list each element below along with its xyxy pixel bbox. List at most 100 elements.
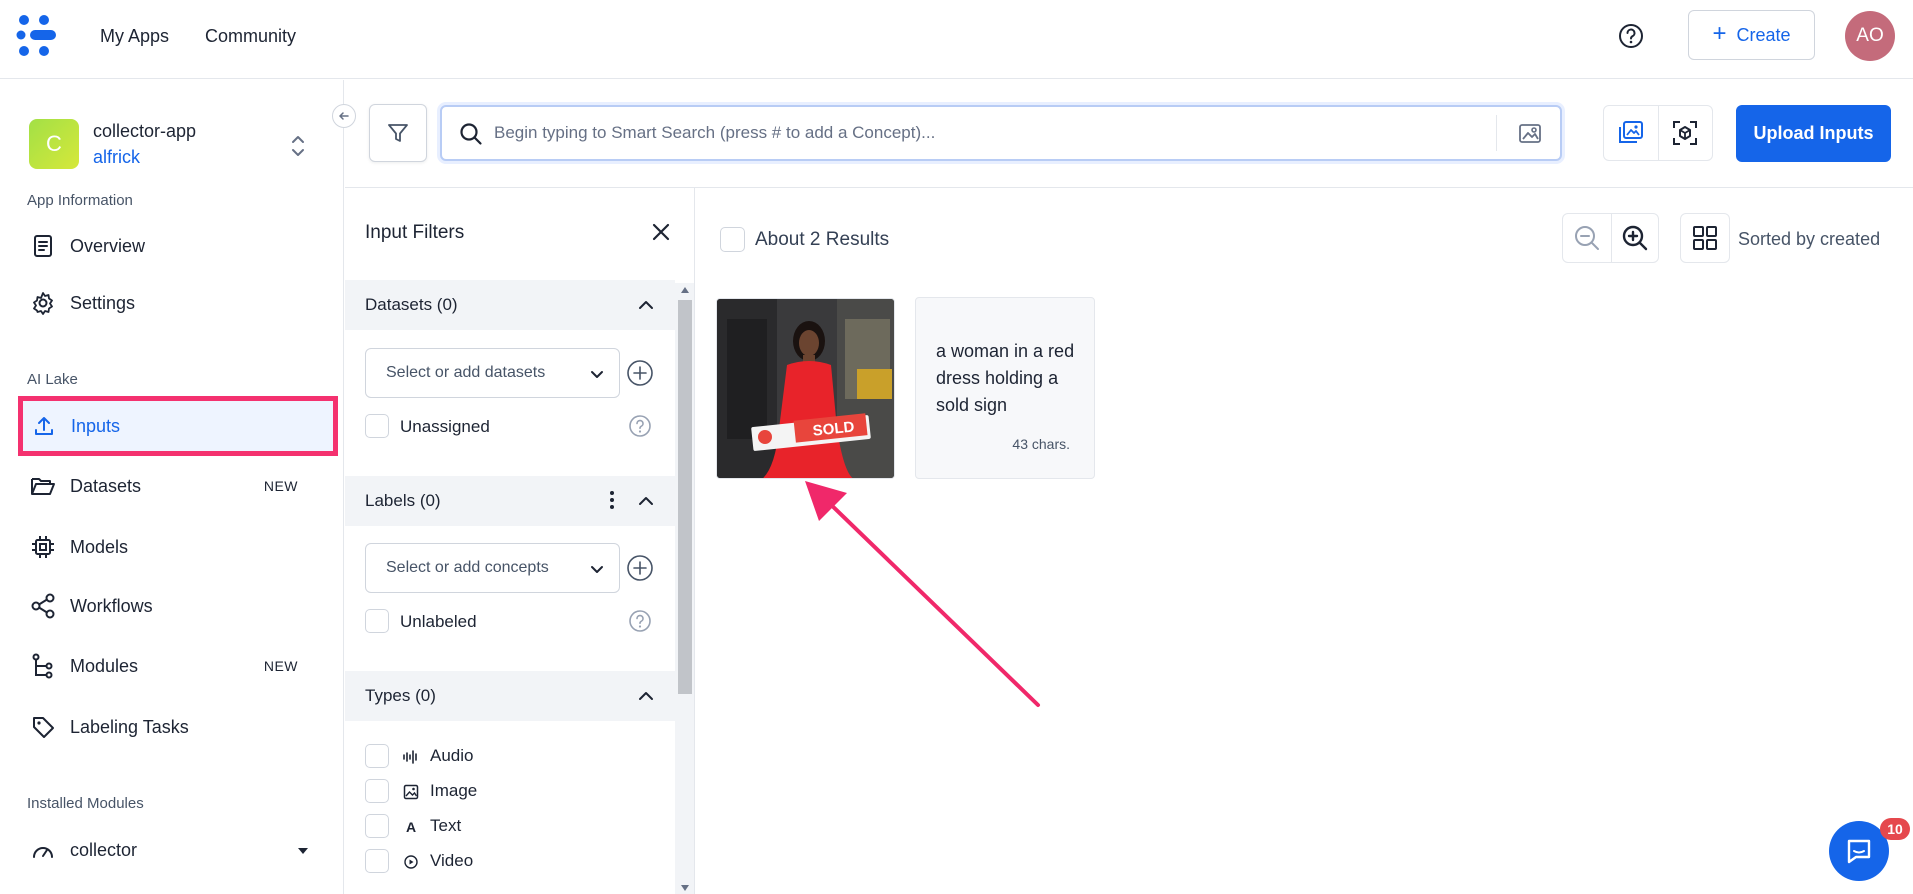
sidebar-item-label: Models <box>70 536 129 557</box>
sidebar-item-datasets[interactable]: Datasets NEW <box>18 458 338 514</box>
type-text-checkbox[interactable] <box>365 814 389 838</box>
help-circle-icon[interactable] <box>628 609 652 633</box>
sidebar-item-label: Datasets <box>70 475 142 496</box>
datasets-select[interactable]: Select or add datasets <box>365 348 620 398</box>
labels-filter-header[interactable]: Labels (0) <box>345 476 675 526</box>
nav-community[interactable]: Community <box>205 26 296 47</box>
zoom-in-icon <box>1622 225 1647 251</box>
sidebar-item-overview[interactable]: Overview <box>18 218 338 274</box>
smart-search-input[interactable] <box>494 117 1494 149</box>
types-filter-title: Types (0) <box>365 686 436 705</box>
sidebar-item-label: Workflows <box>70 595 153 616</box>
tag-icon <box>30 714 56 740</box>
section-label-app-information: App Information <box>27 192 133 209</box>
type-image-checkbox[interactable] <box>365 779 389 803</box>
zoom-in-button[interactable] <box>1610 214 1659 262</box>
zoom-out-button[interactable] <box>1563 214 1611 262</box>
chevron-up-icon[interactable] <box>637 492 655 510</box>
datasets-filter-title: Datasets (0) <box>365 295 458 314</box>
chip-icon <box>30 534 56 560</box>
filters-title: Input Filters <box>365 222 465 243</box>
text-char-count: 43 chars. <box>1012 436 1070 452</box>
plus-icon: + <box>1712 19 1727 47</box>
upload-inputs-button[interactable]: Upload Inputs <box>1736 105 1891 162</box>
sidebar-item-label: Overview <box>70 235 146 256</box>
input-filters-panel: Input Filters Datasets (0) Select or add… <box>345 188 695 894</box>
close-icon[interactable] <box>650 221 672 243</box>
smart-search-bar <box>440 105 1562 161</box>
upload-icon <box>31 413 57 439</box>
grid-view-button[interactable] <box>1680 213 1730 263</box>
clarifai-logo-icon[interactable] <box>16 14 64 58</box>
scroll-up-icon[interactable] <box>680 286 690 294</box>
grid-view-icon <box>1693 226 1717 250</box>
type-text-label: Text <box>430 816 462 835</box>
type-video-checkbox[interactable] <box>365 849 389 873</box>
type-audio-label: Audio <box>430 746 474 765</box>
collapse-sidebar-button[interactable] <box>332 104 356 128</box>
text-input-content: a woman in a red dress holding a sold si… <box>936 341 1075 415</box>
input-card-image[interactable]: SOLD <box>716 298 895 479</box>
type-audio-checkbox[interactable] <box>365 744 389 768</box>
sidebar-item-inputs[interactable]: Inputs <box>18 396 338 456</box>
unlabeled-checkbox[interactable] <box>365 609 389 633</box>
app-name[interactable]: collector-app <box>93 121 196 142</box>
photo-woman-red-dress: SOLD <box>717 299 894 478</box>
filters-scrollbar-thumb[interactable] <box>678 300 692 694</box>
concepts-select[interactable]: Select or add concepts <box>365 543 620 593</box>
sidebar-item-models[interactable]: Models <box>18 519 338 575</box>
search-divider <box>1496 115 1497 151</box>
user-avatar[interactable]: AO <box>1845 11 1895 61</box>
filter-toggle-button[interactable] <box>369 104 427 162</box>
sidebar-item-label: collector <box>70 839 138 860</box>
image-search-icon[interactable] <box>1517 120 1543 146</box>
gauge-icon <box>30 837 56 863</box>
input-card-text[interactable]: a woman in a red dress holding a sold si… <box>915 297 1095 479</box>
app-owner-link[interactable]: alfrick <box>93 147 140 168</box>
labels-filter-title: Labels (0) <box>365 491 441 510</box>
text-letter-icon: A <box>405 819 417 835</box>
add-concept-icon[interactable] <box>626 554 654 582</box>
caret-down-icon[interactable] <box>298 848 308 854</box>
concepts-select-placeholder: Select or add concepts <box>386 559 549 576</box>
app-switch-chevron-icon[interactable] <box>288 133 308 159</box>
sidebar-item-label: Inputs <box>71 415 121 436</box>
unassigned-checkbox[interactable] <box>365 414 389 438</box>
scroll-down-icon[interactable] <box>680 884 690 892</box>
more-vertical-icon[interactable] <box>609 490 615 510</box>
visual-search-button[interactable] <box>1604 106 1658 160</box>
chevron-up-icon[interactable] <box>637 687 655 705</box>
sidebar-item-collector[interactable]: collector <box>18 822 338 878</box>
types-filter-header[interactable]: Types (0) <box>345 671 675 721</box>
document-icon <box>30 233 56 259</box>
sidebar-item-label: Modules <box>70 655 139 676</box>
sidebar-item-label: Labeling Tasks <box>70 716 189 737</box>
sidebar-item-workflows[interactable]: Workflows <box>18 578 338 634</box>
scan-cube-icon <box>1673 121 1698 145</box>
images-icon <box>1618 121 1643 143</box>
object-search-button[interactable] <box>1657 106 1712 160</box>
datasets-filter-header[interactable]: Datasets (0) <box>345 280 675 330</box>
help-circle-icon[interactable] <box>1618 23 1644 49</box>
sort-dropdown[interactable]: Sorted by created <box>1738 229 1880 250</box>
nav-my-apps[interactable]: My Apps <box>100 26 169 47</box>
type-image-label: Image <box>430 781 478 800</box>
create-button-label: Create <box>1736 24 1791 45</box>
chevron-up-icon[interactable] <box>637 296 655 314</box>
sidebar-item-label: Settings <box>70 292 136 313</box>
share-nodes-icon <box>30 593 56 619</box>
app-avatar[interactable]: C <box>29 119 79 169</box>
sidebar-item-modules[interactable]: Modules NEW <box>18 638 338 694</box>
filter-funnel-icon <box>388 124 408 142</box>
type-video-label: Video <box>430 851 474 870</box>
chevron-down-icon <box>589 561 605 577</box>
create-button[interactable]: + Create <box>1688 10 1815 60</box>
sidebar-item-settings[interactable]: Settings <box>18 275 338 331</box>
section-label-ai-lake: AI Lake <box>27 371 78 388</box>
add-dataset-icon[interactable] <box>626 359 654 387</box>
new-badge: NEW <box>263 478 298 494</box>
sidebar-item-labeling-tasks[interactable]: Labeling Tasks <box>18 699 338 755</box>
help-circle-icon[interactable] <box>628 414 652 438</box>
select-all-checkbox[interactable] <box>720 227 745 252</box>
annotation-arrow <box>805 481 1040 707</box>
